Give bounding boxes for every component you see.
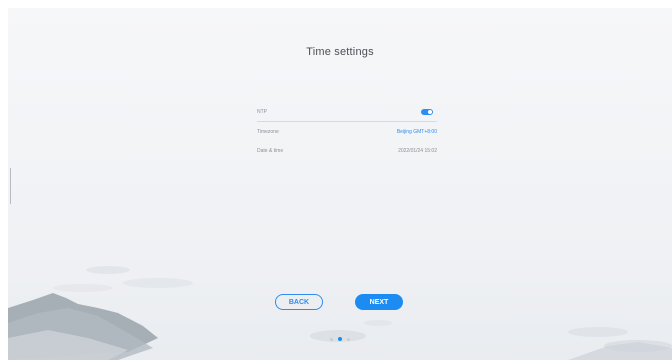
- next-button[interactable]: NEXT: [355, 294, 403, 310]
- page-dot-3: [347, 337, 350, 341]
- settings-list: NTP Timezone Beijing GMT+8:00 Date & tim…: [257, 102, 437, 160]
- datetime-label: Date & time: [257, 147, 284, 154]
- datetime-value: 2022/01/24 15:02: [398, 147, 437, 154]
- back-button[interactable]: BACK: [275, 294, 323, 310]
- page-dot-2-active: [338, 337, 342, 341]
- ntp-label: NTP: [257, 108, 267, 115]
- setup-screen: Time settings NTP Timezone Beijing GMT+8…: [8, 8, 672, 360]
- ntp-toggle-switch-icon[interactable]: [421, 108, 433, 115]
- page-dot-1: [330, 337, 333, 341]
- timezone-row[interactable]: Timezone Beijing GMT+8:00: [257, 122, 437, 141]
- mountain-scenery: [8, 266, 672, 360]
- pagination-dots: [330, 337, 350, 341]
- timezone-label: Timezone: [257, 128, 279, 135]
- toggle-knob: [428, 109, 432, 114]
- page-title: Time settings: [306, 46, 374, 58]
- datetime-row[interactable]: Date & time 2022/01/24 15:02: [257, 141, 437, 160]
- timezone-value[interactable]: Beijing GMT+8:00: [397, 129, 437, 135]
- ntp-row: NTP: [257, 102, 437, 122]
- left-edge-line: [10, 168, 11, 204]
